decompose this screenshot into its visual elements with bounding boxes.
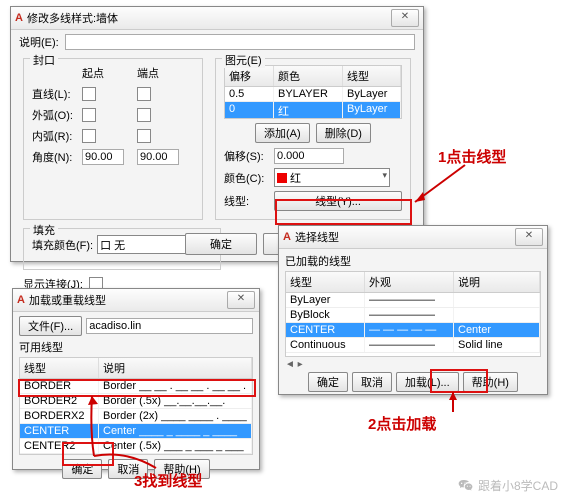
lt-row[interactable]: ByLayer—————— — [286, 293, 540, 308]
lt-row[interactable]: CENTER— — — — —Center — [286, 323, 540, 338]
title: 选择线型 — [295, 229, 339, 245]
help-button[interactable]: 帮助(H) — [463, 372, 518, 392]
col-desc: 说明 — [454, 272, 540, 292]
lt-row[interactable]: BORDER2Border (.5x) __.__.__.__. — [20, 394, 252, 409]
titlebar[interactable]: A 加载或重载线型 ✕ — [13, 289, 259, 312]
dlg-modify-mline: A 修改多线样式:墙体 ✕ 说明(E): 封口 起点端点 直线(L): 外弧(O… — [10, 6, 424, 262]
app-icon: A — [283, 231, 291, 243]
add-button[interactable]: 添加(A) — [255, 123, 310, 143]
cancel-button[interactable]: 取消 — [352, 372, 392, 392]
title: 加载或重载线型 — [29, 292, 106, 308]
outer-label: 外弧(O): — [32, 107, 82, 123]
outer-start-chk[interactable] — [82, 108, 96, 122]
lt-row[interactable]: CENTERX2Center (2x) ________ __ ____ — [20, 454, 252, 455]
offset-label: 偏移(S): — [224, 148, 274, 164]
lt-row[interactable]: CENTER2Center (.5x) ___ _ ___ _ ___ — [20, 439, 252, 454]
annotation-2: 2点击加载 — [368, 413, 436, 434]
col-lt: 线型 — [286, 272, 365, 292]
col-lt: 线型 — [343, 66, 401, 86]
lt-row[interactable]: BORDERBorder __ __ . __ __ . __ __ . — [20, 379, 252, 394]
annotation-3: 3找到线型 — [134, 470, 202, 491]
inner-end-chk[interactable] — [137, 129, 151, 143]
lt-row[interactable]: Continuous——————Solid line — [286, 338, 540, 353]
ok-button[interactable]: 确定 — [62, 459, 102, 479]
color-select[interactable]: 红 — [274, 168, 390, 187]
avail-label: 可用线型 — [19, 339, 253, 355]
lt-row[interactable]: ByBlock—————— — [286, 308, 540, 323]
caps-title: 封口 — [30, 52, 58, 68]
elem-row[interactable]: 0.5BYLAYERByLayer — [225, 87, 401, 102]
loaded-table[interactable]: 线型外观说明 ByLayer—————— ByBlock—————— CENTE… — [285, 271, 541, 357]
app-icon: A — [17, 294, 25, 306]
inner-label: 内弧(R): — [32, 128, 82, 144]
file-button[interactable]: 文件(F)... — [19, 316, 82, 336]
line-start-chk[interactable] — [82, 87, 96, 101]
close-icon[interactable]: ✕ — [391, 9, 419, 27]
ok-button[interactable]: 确定 — [185, 233, 257, 255]
fill-label: 填充颜色(F): — [32, 237, 93, 253]
line-label: 直线(L): — [32, 86, 82, 102]
titlebar[interactable]: A 修改多线样式:墙体 ✕ — [11, 7, 423, 30]
elem-title: 图元(E) — [222, 52, 265, 68]
annotation-1: 1点击线型 — [438, 146, 506, 167]
close-icon[interactable]: ✕ — [227, 291, 255, 309]
close-icon[interactable]: ✕ — [515, 228, 543, 246]
lt-row[interactable]: CENTERCenter ____ _ ____ _ ____ — [20, 424, 252, 439]
start-label: 起点 — [82, 65, 137, 81]
loaded-label: 已加载的线型 — [285, 253, 541, 269]
ok-button[interactable]: 确定 — [308, 372, 348, 392]
watermark-text: 跟着小8学CAD — [478, 477, 558, 494]
elem-row[interactable]: 0红ByLayer — [225, 102, 401, 119]
col-off: 偏移 — [225, 66, 274, 86]
linetype-label: 线型: — [224, 193, 274, 209]
avail-table[interactable]: 线型说明 BORDERBorder __ __ . __ __ . __ __ … — [19, 357, 253, 455]
dlg-select-linetype: A 选择线型 ✕ 已加载的线型 线型外观说明 ByLayer—————— ByB… — [278, 225, 548, 395]
desc-label: 说明(E): — [19, 34, 59, 50]
col-lt: 线型 — [20, 358, 99, 378]
angle-end-input[interactable] — [137, 149, 179, 165]
offset-input[interactable] — [274, 148, 344, 164]
elem-table[interactable]: 偏移颜色线型 0.5BYLAYERByLayer 0红ByLayer -0.5B… — [224, 65, 402, 119]
wechat-icon — [458, 478, 474, 494]
load-button[interactable]: 加载(L)... — [396, 372, 459, 392]
caps-group: 封口 起点端点 直线(L): 外弧(O): 内弧(R): 角度(N): — [23, 58, 203, 220]
elements-group: 图元(E) 偏移颜色线型 0.5BYLAYERByLayer 0红ByLayer… — [215, 58, 411, 220]
fill-title: 填充 — [30, 222, 58, 238]
end-label: 端点 — [137, 65, 192, 81]
angle-label: 角度(N): — [32, 149, 82, 165]
outer-end-chk[interactable] — [137, 108, 151, 122]
del-button[interactable]: 删除(D) — [316, 123, 371, 143]
angle-start-input[interactable] — [82, 149, 124, 165]
lt-row[interactable]: BORDERX2Border (2x) ____ ____ . ____ — [20, 409, 252, 424]
desc-input[interactable] — [65, 34, 415, 50]
app-icon: A — [15, 12, 23, 24]
file-input[interactable] — [86, 318, 253, 334]
linetype-button[interactable]: 线型(Y)... — [274, 191, 402, 211]
watermark: 跟着小8学CAD — [458, 477, 558, 494]
title: 修改多线样式:墙体 — [27, 10, 118, 26]
col-color: 颜色 — [274, 66, 343, 86]
col-desc: 说明 — [99, 358, 252, 378]
dlg-load-linetype: A 加载或重载线型 ✕ 文件(F)... 可用线型 线型说明 BORDERBor… — [12, 288, 260, 470]
color-label: 颜色(C): — [224, 170, 274, 186]
col-app: 外观 — [365, 272, 454, 292]
inner-start-chk[interactable] — [82, 129, 96, 143]
line-end-chk[interactable] — [137, 87, 151, 101]
titlebar[interactable]: A 选择线型 ✕ — [279, 226, 547, 249]
